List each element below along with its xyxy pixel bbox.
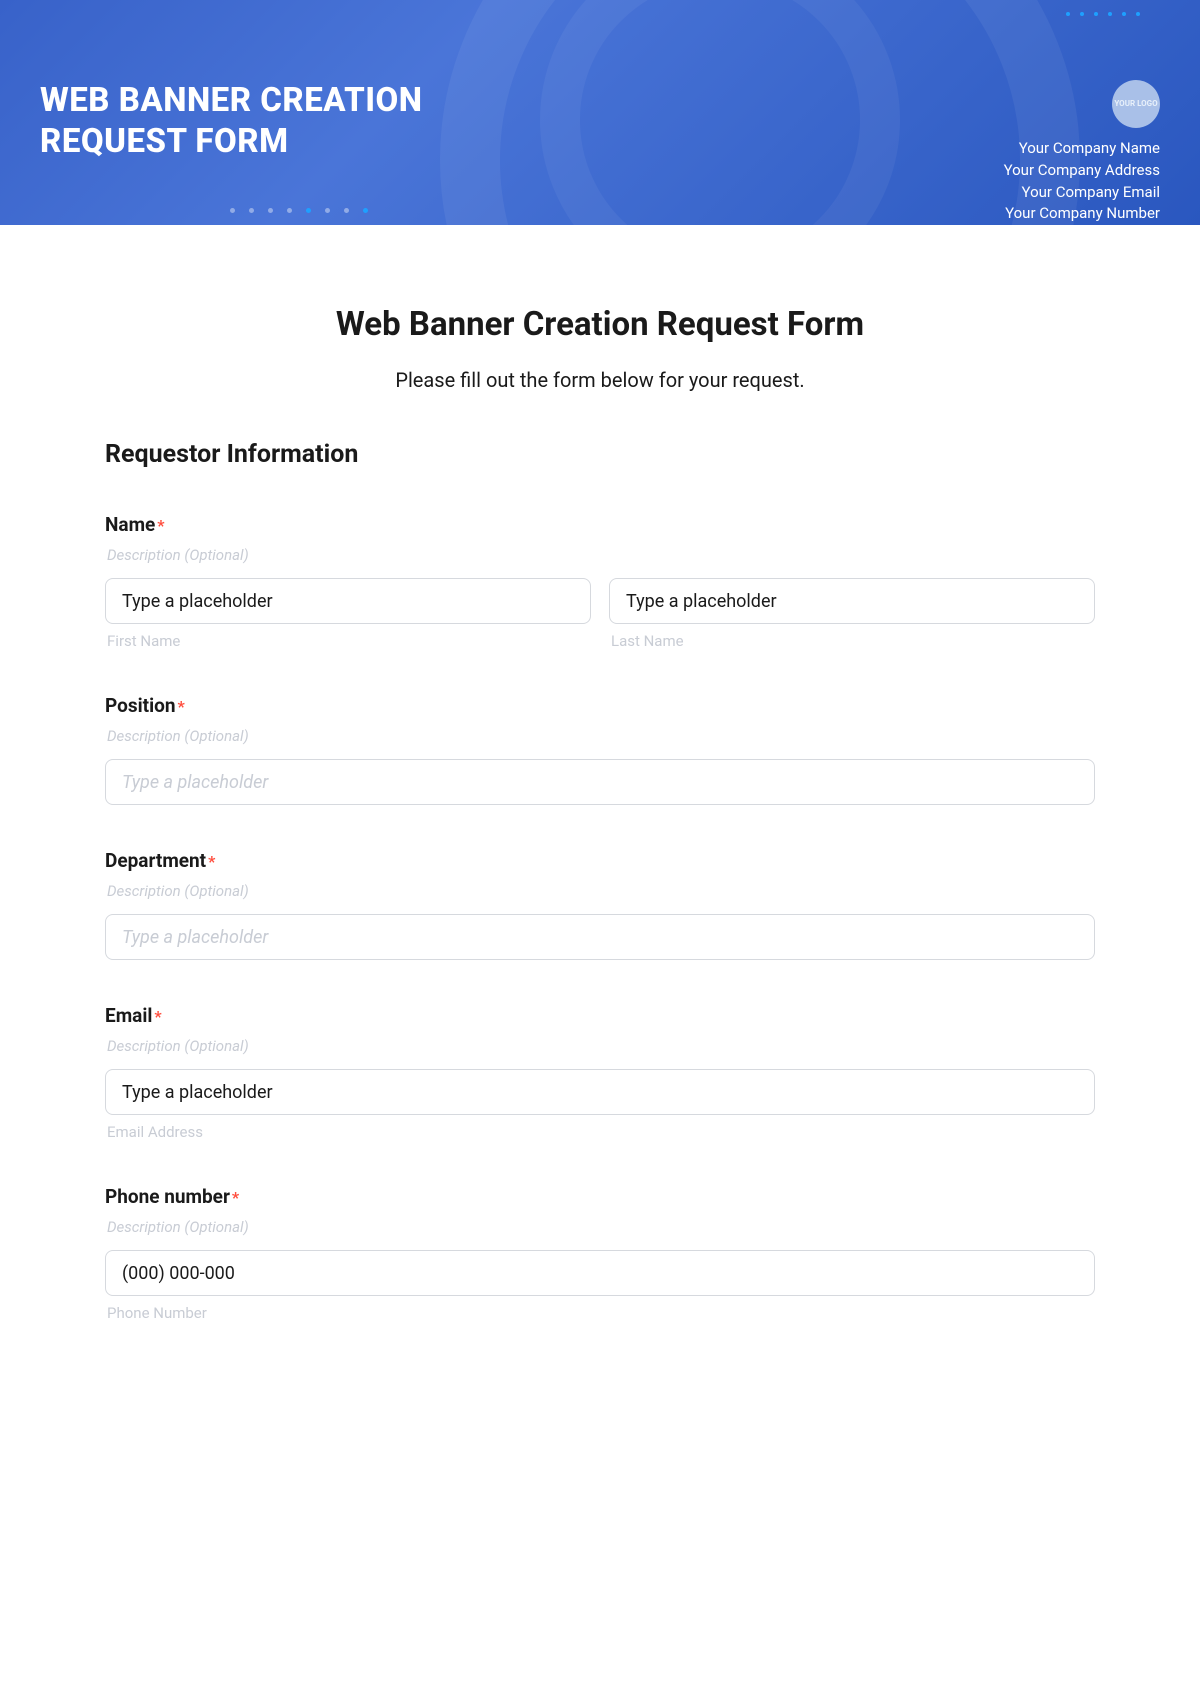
- field-name: Name* Description (Optional) First Name …: [105, 513, 1095, 650]
- first-name-sublabel: First Name: [105, 632, 591, 650]
- department-description: Description (Optional): [105, 882, 1095, 900]
- decorative-dots-top: [1066, 12, 1140, 16]
- company-name: Your Company Name: [1004, 138, 1160, 160]
- phone-description: Description (Optional): [105, 1218, 1095, 1236]
- department-input[interactable]: [105, 914, 1095, 960]
- first-name-input[interactable]: [105, 578, 591, 624]
- name-label: Name: [105, 513, 155, 536]
- position-label: Position: [105, 694, 175, 717]
- email-sublabel: Email Address: [105, 1123, 1095, 1141]
- required-marker: *: [157, 516, 164, 535]
- field-phone: Phone number* Description (Optional) Pho…: [105, 1185, 1095, 1322]
- field-department: Department* Description (Optional): [105, 849, 1095, 960]
- company-address: Your Company Address: [1004, 160, 1160, 182]
- logo-placeholder: YOUR LOGO: [1112, 80, 1160, 128]
- email-label: Email: [105, 1004, 152, 1027]
- last-name-sublabel: Last Name: [609, 632, 1095, 650]
- company-info: YOUR LOGO Your Company Name Your Company…: [1004, 80, 1160, 225]
- page-title: Web Banner Creation Request Form: [105, 305, 1095, 344]
- department-label: Department: [105, 849, 206, 872]
- header-title: WEB BANNER CREATION REQUEST FORM: [40, 80, 480, 225]
- page-subtitle: Please fill out the form below for your …: [105, 368, 1095, 392]
- phone-label: Phone number: [105, 1185, 230, 1208]
- name-description: Description (Optional): [105, 546, 1095, 564]
- company-email: Your Company Email: [1004, 182, 1160, 204]
- section-title: Requestor Information: [105, 440, 1095, 469]
- form-content: Web Banner Creation Request Form Please …: [0, 225, 1200, 1406]
- required-marker: *: [154, 1007, 161, 1026]
- required-marker: *: [177, 697, 184, 716]
- position-input[interactable]: [105, 759, 1095, 805]
- company-number: Your Company Number: [1004, 203, 1160, 225]
- phone-input[interactable]: [105, 1250, 1095, 1296]
- phone-sublabel: Phone Number: [105, 1304, 1095, 1322]
- field-email: Email* Description (Optional) Email Addr…: [105, 1004, 1095, 1141]
- email-input[interactable]: [105, 1069, 1095, 1115]
- position-description: Description (Optional): [105, 727, 1095, 745]
- field-position: Position* Description (Optional): [105, 694, 1095, 805]
- required-marker: *: [232, 1188, 239, 1207]
- last-name-input[interactable]: [609, 578, 1095, 624]
- header-banner: WEB BANNER CREATION REQUEST FORM YOUR LO…: [0, 0, 1200, 225]
- required-marker: *: [208, 852, 215, 871]
- email-description: Description (Optional): [105, 1037, 1095, 1055]
